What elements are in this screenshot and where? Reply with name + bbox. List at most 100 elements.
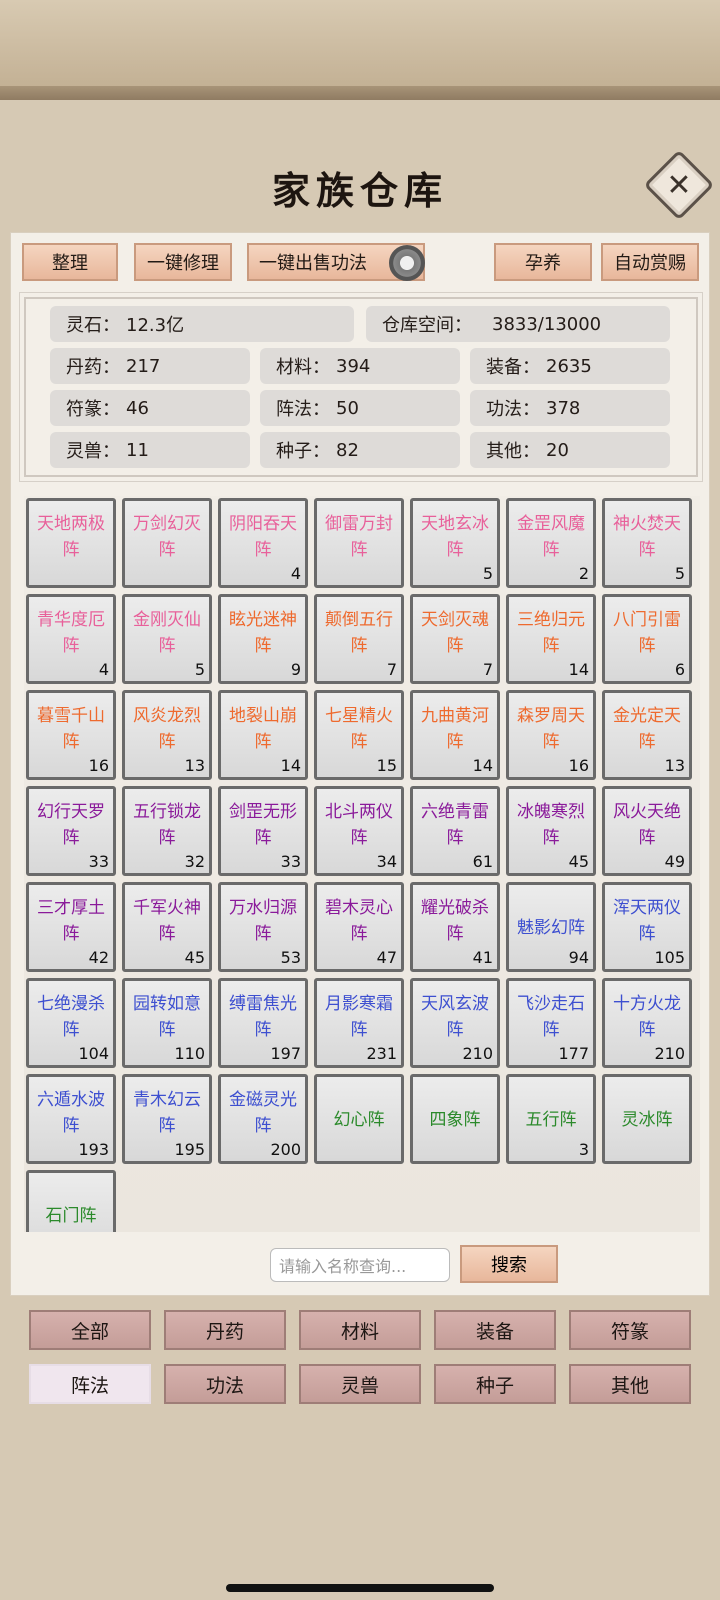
- item-name: 缚雷焦光阵: [229, 994, 297, 1040]
- item-cell[interactable]: 幻行天罗阵 33: [26, 786, 116, 876]
- item-cell[interactable]: 九曲黄河阵 14: [410, 690, 500, 780]
- item-cell[interactable]: 暮雪千山阵 16: [26, 690, 116, 780]
- tab-category[interactable]: 阵法: [29, 1364, 151, 1404]
- item-count: 33: [280, 852, 301, 871]
- item-cell[interactable]: 天地玄冰阵 5: [410, 498, 500, 588]
- item-count: 13: [664, 756, 685, 775]
- item-count: 41: [472, 948, 493, 967]
- item-cell[interactable]: 园转如意阵 110: [122, 978, 212, 1068]
- item-name: 五行锁龙阵: [133, 802, 201, 848]
- item-cell[interactable]: 青木幻云阵 195: [122, 1074, 212, 1164]
- item-count: 3: [578, 1140, 589, 1159]
- item-name: 三绝归元阵: [517, 610, 585, 656]
- item-cell[interactable]: 天剑灭魂阵 7: [410, 594, 500, 684]
- item-name: 地裂山崩阵: [229, 706, 297, 752]
- item-cell[interactable]: 耀光破杀阵 41: [410, 882, 500, 972]
- item-cell[interactable]: 地裂山崩阵 14: [218, 690, 308, 780]
- stat-materials: 材料： 394: [260, 348, 460, 384]
- item-cell[interactable]: 月影寒霜阵 231: [314, 978, 404, 1068]
- item-name: 金刚灭仙阵: [133, 610, 201, 656]
- item-cell[interactable]: 飞沙走石阵 177: [506, 978, 596, 1068]
- tab-category[interactable]: 种子: [434, 1364, 556, 1404]
- item-name: 北斗两仪阵: [325, 802, 393, 848]
- search-input[interactable]: 请输入名称查询...: [270, 1248, 450, 1282]
- item-cell[interactable]: 风炎龙烈阵 13: [122, 690, 212, 780]
- item-cell[interactable]: 千军火神阵 45: [122, 882, 212, 972]
- item-cell[interactable]: 灵冰阵: [602, 1074, 692, 1164]
- item-count: 210: [462, 1044, 493, 1063]
- tab-category[interactable]: 材料: [299, 1310, 421, 1350]
- item-count: 16: [88, 756, 109, 775]
- item-cell[interactable]: 眩光迷神阵 9: [218, 594, 308, 684]
- nurture-button[interactable]: 孕养: [494, 243, 592, 281]
- item-cell[interactable]: 碧木灵心阵 47: [314, 882, 404, 972]
- item-name: 耀光破杀阵: [421, 898, 489, 944]
- item-cell[interactable]: 天风玄波阵 210: [410, 978, 500, 1068]
- tab-category[interactable]: 全部: [29, 1310, 151, 1350]
- item-cell[interactable]: 三绝归元阵 14: [506, 594, 596, 684]
- tab-category[interactable]: 功法: [164, 1364, 286, 1404]
- tab-category[interactable]: 丹药: [164, 1310, 286, 1350]
- item-count: 47: [376, 948, 397, 967]
- item-cell[interactable]: 石门阵: [26, 1170, 116, 1232]
- item-cell[interactable]: 三才厚土阵 42: [26, 882, 116, 972]
- item-cell[interactable]: 御雷万封阵: [314, 498, 404, 588]
- item-cell[interactable]: 北斗两仪阵 34: [314, 786, 404, 876]
- item-name: 月影寒霜阵: [325, 994, 393, 1040]
- item-cell[interactable]: 金光定天阵 13: [602, 690, 692, 780]
- item-cell[interactable]: 金罡风魔阵 2: [506, 498, 596, 588]
- item-cell[interactable]: 缚雷焦光阵 197: [218, 978, 308, 1068]
- item-cell[interactable]: 六遁水波阵 193: [26, 1074, 116, 1164]
- item-count: 34: [376, 852, 397, 871]
- tab-category[interactable]: 符篆: [569, 1310, 691, 1350]
- stat-others: 其他： 20: [470, 432, 670, 468]
- item-name: 灵冰阵: [621, 1110, 673, 1130]
- item-cell[interactable]: 魅影幻阵 94: [506, 882, 596, 972]
- item-name: 眩光迷神阵: [229, 610, 297, 656]
- item-name: 天地两极阵: [37, 514, 105, 560]
- item-cell[interactable]: 五行阵 3: [506, 1074, 596, 1164]
- tab-category[interactable]: 装备: [434, 1310, 556, 1350]
- item-count: 104: [78, 1044, 109, 1063]
- item-cell[interactable]: 青华度厄阵 4: [26, 594, 116, 684]
- item-count: 2: [578, 564, 589, 583]
- item-cell[interactable]: 七星精火阵 15: [314, 690, 404, 780]
- tab-category[interactable]: 灵兽: [299, 1364, 421, 1404]
- item-cell[interactable]: 神火焚天阵 5: [602, 498, 692, 588]
- item-cell[interactable]: 森罗周天阵 16: [506, 690, 596, 780]
- item-cell[interactable]: 四象阵: [410, 1074, 500, 1164]
- item-count: 197: [270, 1044, 301, 1063]
- item-name: 七绝漫杀阵: [37, 994, 105, 1040]
- repair-all-button[interactable]: 一键修理: [134, 243, 232, 281]
- auto-reward-button[interactable]: 自动赏赐: [601, 243, 699, 281]
- item-cell[interactable]: 剑罡无形阵 33: [218, 786, 308, 876]
- organize-button[interactable]: 整理: [22, 243, 118, 281]
- item-cell[interactable]: 十方火龙阵 210: [602, 978, 692, 1068]
- item-cell[interactable]: 五行锁龙阵 32: [122, 786, 212, 876]
- item-cell[interactable]: 风火天绝阵 49: [602, 786, 692, 876]
- item-count: 5: [194, 660, 205, 679]
- tab-category[interactable]: 其他: [569, 1364, 691, 1404]
- gear-icon[interactable]: [389, 245, 425, 281]
- item-cell[interactable]: 金刚灭仙阵 5: [122, 594, 212, 684]
- search-button[interactable]: 搜索: [460, 1245, 558, 1283]
- item-count: 5: [674, 564, 685, 583]
- item-cell[interactable]: 金磁灵光阵 200: [218, 1074, 308, 1164]
- item-cell[interactable]: 阴阳吞天阵 4: [218, 498, 308, 588]
- item-cell[interactable]: 浑天两仪阵 105: [602, 882, 692, 972]
- item-cell[interactable]: 天地两极阵: [26, 498, 116, 588]
- item-cell[interactable]: 幻心阵: [314, 1074, 404, 1164]
- item-cell[interactable]: 颠倒五行阵 7: [314, 594, 404, 684]
- item-name: 剑罡无形阵: [229, 802, 297, 848]
- item-name: 颠倒五行阵: [325, 610, 393, 656]
- item-cell[interactable]: 万水归源阵 53: [218, 882, 308, 972]
- item-count: 15: [376, 756, 397, 775]
- item-cell[interactable]: 冰魄寒烈阵 45: [506, 786, 596, 876]
- item-name: 金罡风魔阵: [517, 514, 585, 560]
- item-name: 冰魄寒烈阵: [517, 802, 585, 848]
- item-cell[interactable]: 八门引雷阵 6: [602, 594, 692, 684]
- item-cell[interactable]: 七绝漫杀阵 104: [26, 978, 116, 1068]
- item-cell[interactable]: 万剑幻灭阵: [122, 498, 212, 588]
- item-cell[interactable]: 六绝青雷阵 61: [410, 786, 500, 876]
- item-name: 青木幻云阵: [133, 1090, 201, 1136]
